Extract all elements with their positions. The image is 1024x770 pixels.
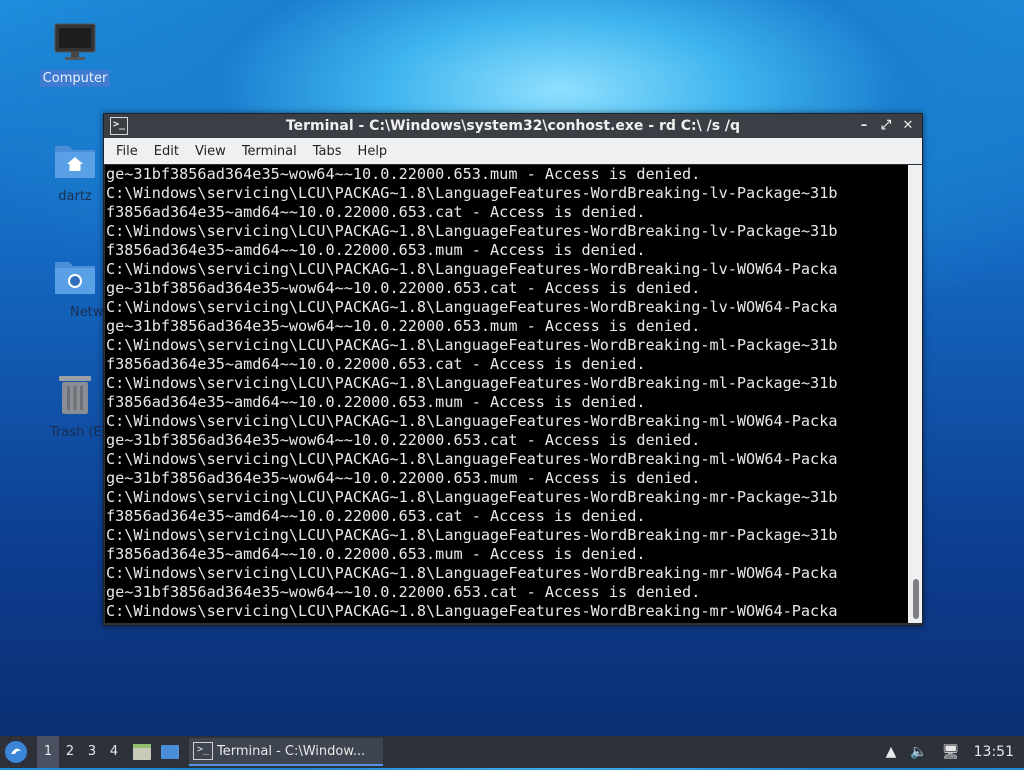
lxqt-logo-icon <box>6 742 26 762</box>
system-tray: ▲ 🔈 🖥 13:51 <box>886 744 1014 760</box>
show-desktop-icon[interactable] <box>159 741 181 763</box>
workspace-1[interactable]: 1 <box>37 736 59 768</box>
desktop-icon-label: dartz <box>58 189 92 204</box>
workspace-4[interactable]: 4 <box>103 736 125 768</box>
menu-edit[interactable]: Edit <box>146 144 187 159</box>
terminal-text: ge~31bf3856ad364e35~wow64~~10.0.22000.65… <box>106 165 838 620</box>
workspace-2[interactable]: 2 <box>59 736 81 768</box>
taskbar: 1 2 3 4 >_ Terminal - C:\Window... ▲ 🔈 🖥… <box>0 736 1024 768</box>
terminal-scrollbar[interactable] <box>908 165 922 623</box>
task-label: Terminal - C:\Window... <box>217 743 366 759</box>
clock[interactable]: 13:51 <box>974 744 1014 760</box>
minimize-button[interactable]: – <box>856 118 872 134</box>
terminal-icon: >_ <box>193 742 213 760</box>
desktop-icon-label: Computer <box>39 70 111 87</box>
terminal-window[interactable]: >_ Terminal - C:\Windows\system32\conhos… <box>103 113 923 626</box>
start-menu-button[interactable] <box>5 741 27 763</box>
home-folder-icon <box>55 146 95 178</box>
menu-bar: File Edit View Terminal Tabs Help <box>104 138 922 164</box>
window-titlebar[interactable]: >_ Terminal - C:\Windows\system32\conhos… <box>104 114 922 138</box>
monitor-icon <box>54 23 96 60</box>
window-title: Terminal - C:\Windows\system32\conhost.e… <box>285 118 741 134</box>
scroll-indicator-icon[interactable]: ▲ <box>886 744 897 760</box>
scrollbar-thumb[interactable] <box>913 579 919 619</box>
menu-tabs[interactable]: Tabs <box>305 144 350 159</box>
terminal-output[interactable]: ge~31bf3856ad364e35~wow64~~10.0.22000.65… <box>105 165 908 623</box>
trash-icon <box>59 376 91 414</box>
taskbar-task-terminal[interactable]: >_ Terminal - C:\Window... <box>189 738 383 766</box>
menu-help[interactable]: Help <box>350 144 396 159</box>
maximize-button[interactable]: ⤢ <box>878 118 894 134</box>
volume-icon[interactable]: 🔈 <box>910 744 927 760</box>
menu-view[interactable]: View <box>187 144 234 159</box>
menu-terminal[interactable]: Terminal <box>234 144 305 159</box>
menu-file[interactable]: File <box>108 144 146 159</box>
terminal-icon: >_ <box>110 117 128 135</box>
desktop-icon-computer[interactable]: Computer <box>25 22 125 87</box>
network-folder-icon <box>55 262 95 294</box>
file-manager-icon[interactable] <box>131 741 153 763</box>
close-button[interactable]: ✕ <box>900 118 916 134</box>
workspace-3[interactable]: 3 <box>81 736 103 768</box>
network-status-icon[interactable]: 🖥 <box>942 744 960 760</box>
